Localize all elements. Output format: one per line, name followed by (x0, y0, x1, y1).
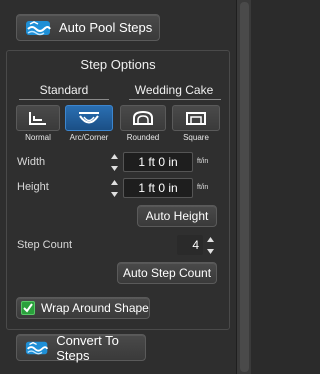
height-unit: ft/in (197, 184, 209, 191)
convert-to-steps-label: Convert To Steps (56, 332, 119, 363)
pool-icon (25, 341, 49, 354)
square-caption: Square (183, 133, 209, 142)
width-label: Width (17, 156, 46, 168)
height-label: Height (17, 181, 49, 193)
rounded-caption: Rounded (126, 133, 160, 142)
arc-corner-step-icon (79, 112, 99, 124)
wrap-around-shape-toggle[interactable]: Wrap Around Shape (16, 297, 150, 319)
rounded-step-button[interactable] (120, 105, 166, 131)
auto-pool-steps-button[interactable]: Auto Pool Steps (16, 14, 160, 41)
step-count-label: Step Count (17, 239, 73, 251)
height-spinner[interactable] (109, 178, 119, 198)
step-count-down-arrow-icon[interactable] (206, 247, 214, 255)
arc-corner-caption: Arc/Corner (69, 133, 109, 142)
auto-height-label: Auto Height (145, 209, 209, 223)
step-count-up-arrow-icon[interactable] (206, 235, 214, 243)
convert-to-steps-button[interactable]: Convert To Steps (16, 332, 146, 363)
step-options-group: Step Options Standard Wedding Cake Norma… (6, 50, 230, 330)
width-input[interactable]: 1 ft 0 in (123, 152, 193, 172)
pool-icon (26, 20, 51, 35)
standard-divider (19, 99, 109, 100)
wrap-around-shape-label: Wrap Around Shape (41, 301, 149, 315)
square-step-icon (186, 112, 206, 125)
wrap-checkbox[interactable] (21, 301, 35, 315)
step-tools-panel: Auto Pool Steps Step Options Standard We… (0, 0, 236, 374)
width-spinner[interactable] (109, 152, 119, 172)
normal-step-icon (29, 112, 46, 125)
width-unit: ft/in (197, 158, 209, 165)
wedding-cake-divider (129, 99, 221, 100)
height-input[interactable]: 1 ft 0 in (123, 178, 193, 198)
auto-step-count-label: Auto Step Count (122, 266, 212, 280)
scrollbar-thumb[interactable] (240, 2, 249, 372)
wedding-cake-label: Wedding Cake (134, 83, 214, 97)
auto-step-count-button[interactable]: Auto Step Count (117, 262, 217, 284)
step-count-spinner[interactable] (205, 235, 215, 255)
vertical-scrollbar[interactable] (236, 0, 251, 374)
height-down-arrow-icon[interactable] (110, 190, 118, 198)
width-down-arrow-icon[interactable] (110, 164, 118, 172)
step-count-input[interactable]: 4 (177, 235, 203, 255)
arc-corner-step-button[interactable] (65, 105, 113, 131)
rounded-step-icon (133, 110, 153, 125)
standard-label: Standard (39, 83, 89, 97)
square-step-button[interactable] (172, 105, 220, 131)
auto-pool-steps-label: Auto Pool Steps (59, 20, 153, 35)
height-up-arrow-icon[interactable] (110, 178, 118, 186)
width-up-arrow-icon[interactable] (110, 152, 118, 160)
step-options-title: Step Options (80, 57, 156, 72)
normal-step-button[interactable] (16, 105, 60, 131)
checkmark-icon (23, 303, 33, 313)
auto-height-button[interactable]: Auto Height (137, 205, 217, 227)
